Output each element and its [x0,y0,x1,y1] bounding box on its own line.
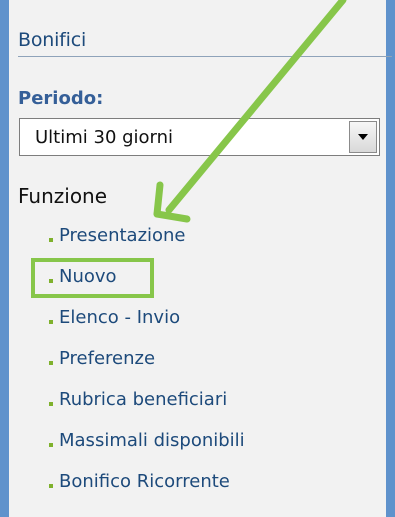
bullet-icon [49,320,53,324]
menu-item-label[interactable]: Bonifico Ricorrente [59,473,230,491]
menu-item-label[interactable]: Elenco - Invio [59,309,180,327]
menu-item-rubrica-beneficiari[interactable]: Rubrica beneficiari [49,390,245,431]
menu-item-massimali-disponibili[interactable]: Massimali disponibili [49,431,245,472]
menu-item-label[interactable]: Presentazione [59,227,186,245]
bullet-icon [49,238,53,242]
bullet-icon [49,279,53,283]
menu-item-label[interactable]: Nuovo [59,268,117,286]
menu-item-label[interactable]: Preferenze [59,350,155,368]
period-label: Periodo: [18,88,104,109]
menu-item-label[interactable]: Massimali disponibili [59,432,245,450]
period-select[interactable]: Ultimi 30 giorni [19,118,380,156]
menu-item-label[interactable]: Rubrica beneficiari [59,391,227,409]
bullet-icon [49,361,53,365]
functions-menu: Presentazione Nuovo Elenco - Invio Prefe… [49,226,245,513]
menu-item-nuovo[interactable]: Nuovo [49,267,245,308]
period-select-value: Ultimi 30 giorni [35,127,174,148]
menu-item-preferenze[interactable]: Preferenze [49,349,245,390]
bonifici-panel: Bonifici Periodo: Ultimi 30 giorni Funzi… [9,0,392,517]
functions-title: Funzione [18,184,108,208]
menu-item-elenco-invio[interactable]: Elenco - Invio [49,308,245,349]
bullet-icon [49,443,53,447]
bullet-icon [49,402,53,406]
section-divider [18,56,392,57]
menu-item-bonifico-ricorrente[interactable]: Bonifico Ricorrente [49,472,245,513]
bullet-icon [49,484,53,488]
section-title: Bonifici [18,29,87,51]
menu-item-presentazione[interactable]: Presentazione [49,226,245,267]
chevron-down-icon[interactable] [349,121,377,153]
